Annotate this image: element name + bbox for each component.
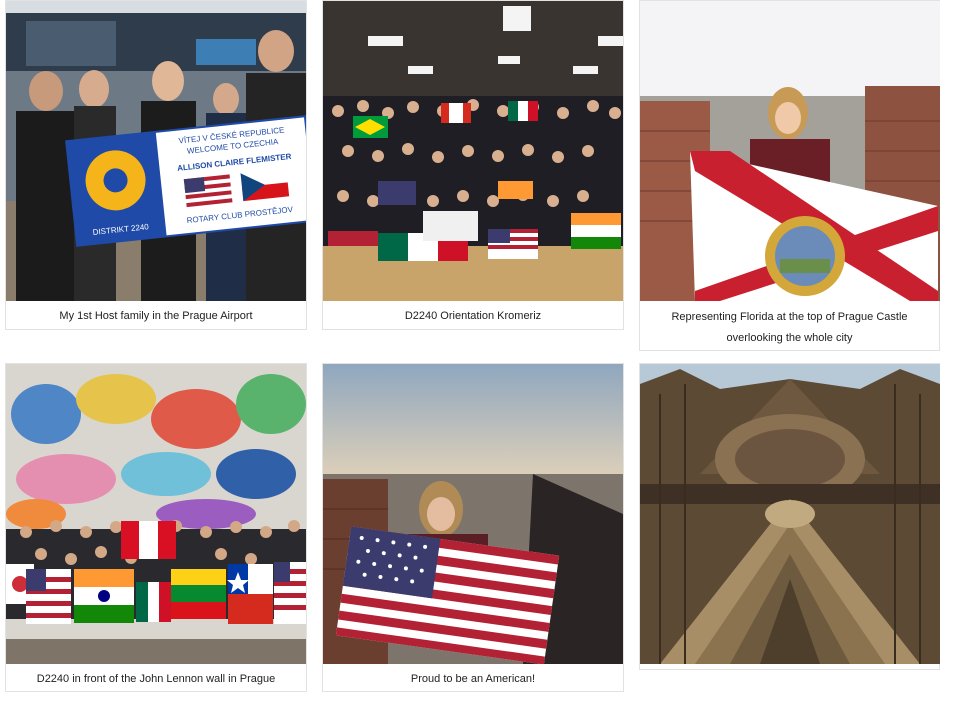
photo-lennon-wall[interactable] [6,364,306,664]
gallery-card-american[interactable]: Proud to be an American! [322,363,624,692]
caption-american: Proud to be an American! [410,673,536,685]
caption-host-family: My 1st Host family in the Prague Airport [59,310,253,322]
gallery-card-host-family[interactable]: DISTRIKT 2240 VÍTEJ V ČESKÉ REPUBLICE WE… [5,0,307,330]
caption-lennon-wall: D2240 in front of the John Lennon wall i… [36,673,276,685]
group-photo-image [323,1,623,301]
gallery-card-orientation[interactable]: D2240 Orientation Kromeriz [322,0,624,330]
caption-orientation: D2240 Orientation Kromeriz [404,310,542,322]
gallery-card-lennon-wall[interactable]: D2240 in front of the John Lennon wall i… [5,363,307,692]
photo-cathedral[interactable] [640,364,940,664]
photo-orientation[interactable] [323,1,623,301]
lennon-wall-image [6,364,306,664]
photo-gallery: DISTRIKT 2240 VÍTEJ V ČESKÉ REPUBLICE WE… [0,0,961,701]
airport-scene-image: DISTRIKT 2240 VÍTEJ V ČESKÉ REPUBLICE WE… [6,1,306,301]
caption-florida: Representing Florida at the top of Pragu… [671,311,908,344]
american-flag-image [323,364,623,664]
gallery-card-cathedral[interactable] [639,363,940,670]
gallery-card-florida[interactable]: Representing Florida at the top of Pragu… [639,0,940,351]
photo-american[interactable] [323,364,623,664]
cathedral-facade-image [640,364,940,664]
photo-florida[interactable] [640,1,940,301]
florida-flag-image [640,1,940,301]
photo-host-family[interactable]: DISTRIKT 2240 VÍTEJ V ČESKÉ REPUBLICE WE… [6,1,306,301]
